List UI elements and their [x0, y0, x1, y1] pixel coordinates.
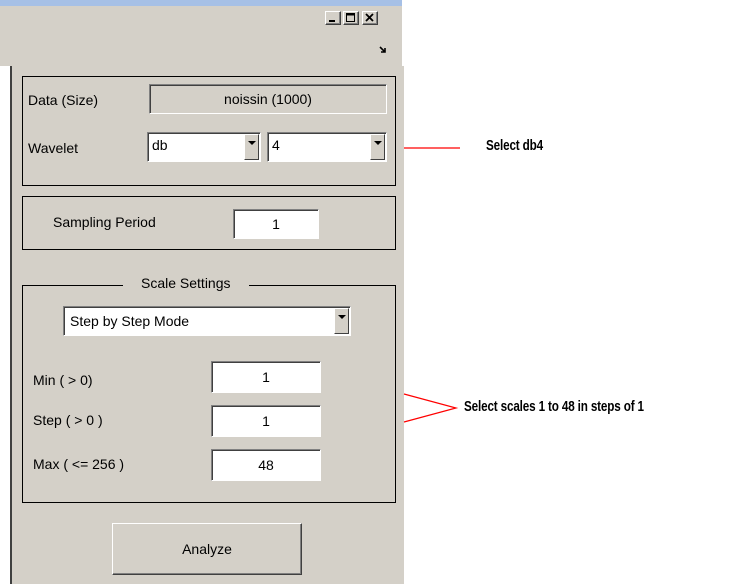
callout-lines	[403, 147, 460, 423]
annotation-select-scales: Select scales 1 to 48 in steps of 1	[464, 398, 644, 415]
annotation-select-wavelet: Select db4	[486, 137, 543, 154]
callout-line-scales	[403, 393, 459, 423]
